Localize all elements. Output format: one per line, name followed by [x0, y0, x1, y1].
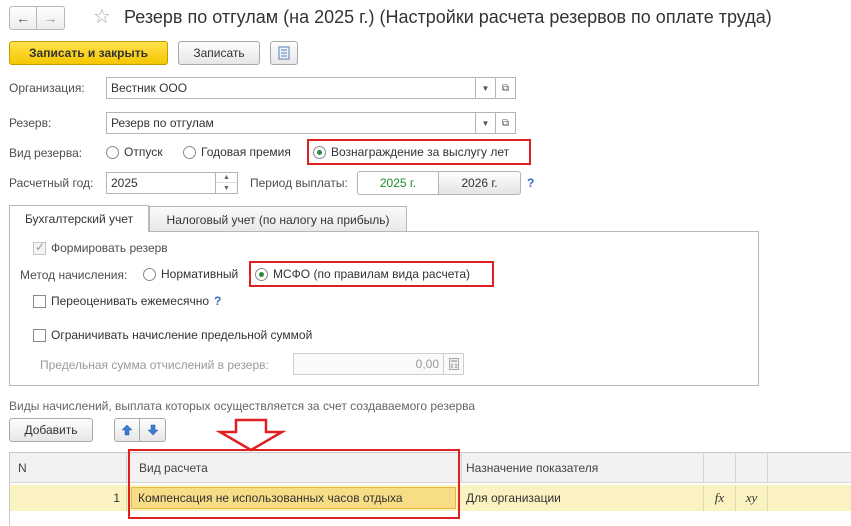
document-list-button[interactable] [270, 41, 298, 65]
chevron-down-icon: ▼ [481, 118, 490, 128]
radio-button-selected[interactable] [313, 145, 326, 159]
arrow-down-outline-icon [216, 418, 286, 452]
method-option-normative[interactable]: Нормативный [143, 267, 238, 281]
limit-sum-label: Предельная сумма отчислений в резерв: [40, 358, 269, 372]
radio-button[interactable] [143, 267, 156, 281]
column-header-formula [704, 453, 736, 483]
calc-year-field[interactable]: 2025 [106, 172, 216, 194]
document-list-icon [278, 46, 290, 60]
calculator-icon [448, 358, 459, 370]
reserve-open-button[interactable]: ⧉ [496, 112, 516, 134]
reserve-type-option-bonus[interactable]: Годовая премия [183, 145, 291, 159]
page-title: Резерв по отгулам (на 2025 г.) (Настройк… [124, 7, 772, 27]
payment-period-2025[interactable]: 2025 г. [357, 171, 439, 195]
arrow-right-icon: → [43, 10, 58, 26]
tab-accounting[interactable]: Бухгалтерский учет [9, 205, 149, 232]
radio-button[interactable] [106, 145, 119, 159]
back-button[interactable]: ← [9, 6, 37, 30]
calc-year-spinner[interactable]: ▲ ▼ [216, 172, 238, 194]
limit-checkbox[interactable] [33, 328, 46, 342]
row-number: 1 [10, 485, 127, 511]
organization-open-button[interactable]: ⧉ [496, 77, 516, 99]
revalue-checkbox-row[interactable]: Переоценивать ежемесячно ? [33, 294, 221, 308]
forward-button[interactable]: → [37, 6, 65, 30]
star-icon[interactable]: ☆ [93, 7, 111, 27]
limit-checkbox-row[interactable]: Ограничивать начисление предельной суммо… [33, 328, 312, 342]
payment-period-2026[interactable]: 2026 г. [439, 171, 521, 195]
xy-icon[interactable]: xy [736, 485, 768, 511]
limit-sum-calculator-button [444, 353, 464, 375]
method-option-ifrs[interactable]: МСФО (по правилам вида расчета) [255, 267, 470, 281]
form-reserve-checkbox [33, 240, 46, 255]
highlight-frame [128, 449, 460, 519]
arrow-down-icon [146, 424, 159, 436]
column-header-purpose[interactable]: Назначение показателя [462, 453, 704, 483]
reserve-type-label: Вид резерва: [9, 146, 83, 160]
save-and-close-button[interactable]: Записать и закрыть [9, 41, 168, 65]
tab-tax-accounting[interactable]: Налоговый учет (по налогу на прибыль) [149, 206, 407, 232]
chevron-down-icon: ▼ [481, 83, 490, 93]
spinner-up-icon[interactable]: ▲ [216, 173, 237, 183]
purpose-cell[interactable]: Для организации [462, 485, 704, 511]
reserve-dropdown-button[interactable]: ▼ [476, 112, 496, 134]
calc-year-label: Расчетный год: [9, 176, 94, 190]
arrow-up-icon [121, 424, 133, 436]
radio-button-selected[interactable] [255, 267, 268, 281]
form-reserve-checkbox-row: Формировать резерв [33, 240, 168, 255]
column-header-xy [736, 453, 768, 483]
open-form-icon: ⧉ [501, 82, 510, 94]
formula-icon[interactable]: fx [704, 485, 736, 511]
organization-field[interactable]: Вестник ООО [106, 77, 476, 99]
limit-sum-field: 0,00 [293, 353, 444, 375]
revalue-checkbox[interactable] [33, 294, 46, 308]
method-label: Метод начисления: [20, 268, 128, 282]
save-button[interactable]: Записать [178, 41, 260, 65]
help-icon[interactable]: ? [527, 176, 534, 190]
reserve-type-option-vacation[interactable]: Отпуск [106, 145, 162, 159]
accruals-section-label: Виды начислений, выплата которых осущест… [9, 399, 476, 413]
organization-dropdown-button[interactable]: ▼ [476, 77, 496, 99]
move-down-button[interactable] [140, 418, 166, 442]
reserve-field[interactable]: Резерв по отгулам [106, 112, 476, 134]
radio-button[interactable] [183, 145, 196, 159]
payment-period-label: Период выплаты: [250, 176, 348, 190]
add-button[interactable]: Добавить [9, 418, 93, 442]
column-header-n[interactable]: N [10, 453, 127, 483]
arrow-left-icon: ← [16, 10, 30, 26]
spinner-down-icon[interactable]: ▼ [216, 183, 237, 193]
reserve-type-option-seniority[interactable]: Вознаграждение за выслугу лет [313, 145, 509, 159]
organization-label: Организация: [9, 81, 85, 95]
reserve-label: Резерв: [9, 116, 52, 130]
open-form-icon: ⧉ [501, 117, 510, 129]
help-icon[interactable]: ? [214, 294, 221, 308]
move-up-button[interactable] [114, 418, 140, 442]
